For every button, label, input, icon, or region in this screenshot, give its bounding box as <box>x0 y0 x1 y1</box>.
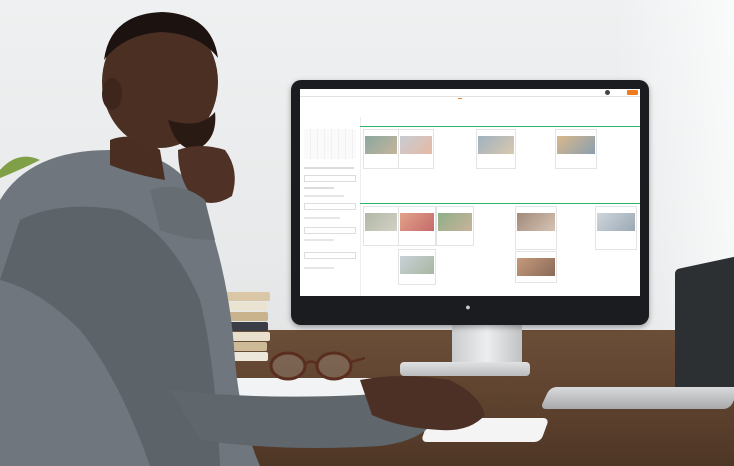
sidebar-filter-row[interactable] <box>304 195 344 197</box>
sidebar <box>300 117 361 296</box>
post-thumbnail <box>478 136 514 154</box>
post-thumbnail <box>400 136 432 154</box>
sidebar-select[interactable] <box>304 227 356 234</box>
sidebar-filter-row[interactable] <box>304 239 334 241</box>
post-thumbnail <box>365 213 397 231</box>
scheduled-post-card[interactable] <box>398 249 436 285</box>
laptop-base <box>539 387 734 409</box>
post-thumbnail <box>400 213 434 231</box>
laptop <box>539 254 734 437</box>
sidebar-select[interactable] <box>304 252 356 259</box>
post-thumbnail <box>557 136 595 154</box>
sidebar-filter-row[interactable] <box>304 217 340 219</box>
post-thumbnail <box>438 213 472 231</box>
timeline-divider <box>360 203 640 204</box>
tab-week[interactable] <box>458 98 462 99</box>
laptop-screen <box>675 254 734 400</box>
apple-logo-icon: ● <box>465 302 471 312</box>
day-header <box>560 109 600 117</box>
view-tabs <box>450 98 470 99</box>
scheduled-post-card[interactable] <box>436 206 474 246</box>
timeline-divider <box>360 126 640 127</box>
day-header <box>440 109 480 117</box>
day-header <box>520 109 560 117</box>
create-button[interactable] <box>627 90 638 95</box>
day-header <box>360 109 400 117</box>
eyeglasses <box>269 351 366 381</box>
scheduled-post-card[interactable] <box>555 129 597 169</box>
day-header-today <box>480 109 520 117</box>
day-header <box>400 109 440 117</box>
sidebar-filter-row[interactable] <box>304 167 354 169</box>
post-thumbnail <box>365 136 397 154</box>
sidebar-search-field[interactable] <box>304 175 356 182</box>
sidebar-filter-row[interactable] <box>304 267 334 269</box>
tab-day[interactable] <box>450 98 454 99</box>
book-stack <box>200 292 270 372</box>
sidebar-select[interactable] <box>304 203 356 210</box>
scheduled-post-card[interactable] <box>363 206 399 246</box>
avatar[interactable] <box>605 90 610 95</box>
scheduled-post-card[interactable] <box>515 206 557 250</box>
mini-calendar[interactable] <box>304 129 356 159</box>
post-thumbnail <box>597 213 635 231</box>
office-scene: ● <box>0 0 734 466</box>
day-header <box>600 109 640 117</box>
app-header <box>300 89 640 97</box>
scheduled-post-card[interactable] <box>476 129 516 169</box>
scheduled-post-card[interactable] <box>398 129 434 169</box>
tab-month[interactable] <box>466 98 470 99</box>
monitor-stand-foot <box>400 362 530 376</box>
post-thumbnail <box>517 213 555 231</box>
mouse <box>420 418 550 442</box>
scheduled-post-card[interactable] <box>398 206 436 246</box>
week-day-headers <box>360 109 640 117</box>
post-thumbnail <box>400 256 434 274</box>
scheduled-post-card[interactable] <box>595 206 637 250</box>
sidebar-filter-row[interactable] <box>304 187 334 189</box>
scheduled-post-card[interactable] <box>363 129 399 169</box>
